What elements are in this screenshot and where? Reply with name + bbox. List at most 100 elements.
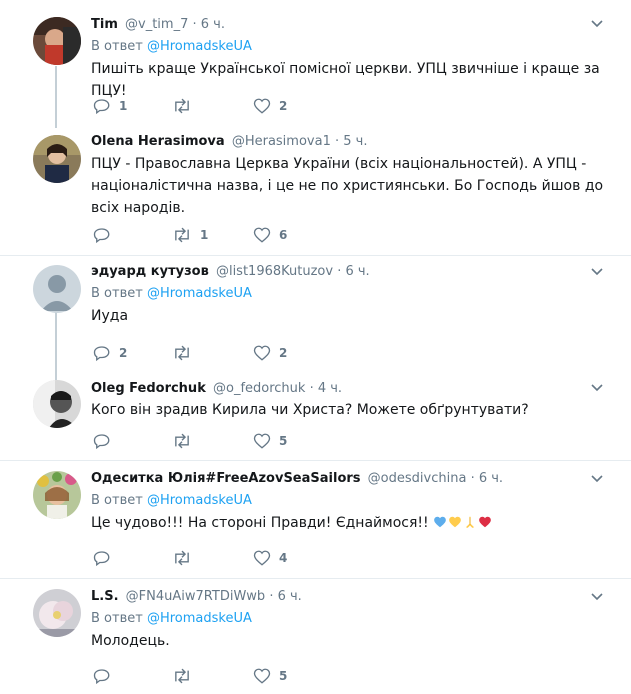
reply-button[interactable]: 1 bbox=[93, 96, 127, 116]
tweet-text: Це чудово!!! На стороні Правди! Єднаймос… bbox=[91, 512, 611, 534]
retweet-button[interactable] bbox=[172, 96, 200, 116]
like-button[interactable]: 5 bbox=[253, 431, 287, 451]
retweet-icon bbox=[175, 227, 189, 243]
reply-button[interactable]: 2 bbox=[93, 343, 127, 363]
avatar[interactable] bbox=[33, 17, 81, 65]
tweet[interactable]: эдуард кутузов @list1968Kutuzov · 6 ч. В… bbox=[0, 256, 631, 375]
retweet-button[interactable] bbox=[172, 343, 200, 363]
heart-icon bbox=[253, 98, 271, 114]
timestamp[interactable]: · 5 ч. bbox=[335, 134, 367, 149]
chevron-down-icon[interactable] bbox=[591, 381, 603, 396]
author-name[interactable]: Olena Herasimova bbox=[91, 134, 225, 149]
timestamp[interactable]: · 6 ч. bbox=[337, 264, 369, 279]
tweet-text: ПЦУ - Православна Церква України (всіх н… bbox=[91, 156, 604, 216]
chevron-down-icon[interactable] bbox=[591, 590, 603, 605]
like-count: 2 bbox=[279, 346, 288, 360]
reply-count: 2 bbox=[119, 346, 128, 360]
heart-icon bbox=[253, 668, 271, 684]
yellow-heart-icon bbox=[449, 516, 461, 528]
reply-context: В ответ @HromadskeUA bbox=[91, 286, 252, 301]
heart-icon bbox=[253, 550, 271, 566]
avatar[interactable] bbox=[33, 471, 81, 519]
reply-button[interactable] bbox=[93, 431, 119, 451]
like-button[interactable]: 2 bbox=[253, 343, 287, 363]
chevron-down-icon[interactable] bbox=[591, 17, 603, 32]
reply-to-link[interactable]: @HromadskeUA bbox=[147, 493, 252, 508]
avatar[interactable] bbox=[33, 265, 81, 313]
like-button[interactable]: 5 bbox=[253, 666, 287, 686]
like-button[interactable]: 6 bbox=[253, 225, 287, 245]
like-count: 5 bbox=[279, 434, 288, 448]
tweet-text-content: Це чудово!!! На стороні Правди! Єднаймос… bbox=[91, 515, 434, 531]
reply-button[interactable] bbox=[93, 548, 119, 568]
tweet[interactable]: Одеситка Юлія#FreeAzovSeaSailors @odesdi… bbox=[0, 461, 631, 578]
tweet-text: Молодець. bbox=[91, 633, 170, 649]
author-name[interactable]: Oleg Fedorchuk bbox=[91, 381, 206, 396]
reply-to-link[interactable]: @HromadskeUA bbox=[147, 286, 252, 301]
retweet-button[interactable] bbox=[172, 431, 200, 451]
retweet-icon bbox=[175, 668, 189, 684]
reply-to-link[interactable]: @HromadskeUA bbox=[147, 611, 252, 626]
heart-icon bbox=[253, 433, 271, 449]
like-button[interactable]: 2 bbox=[253, 96, 287, 116]
avatar[interactable] bbox=[33, 135, 81, 183]
retweet-button[interactable]: 1 bbox=[172, 225, 208, 245]
reply-context: В ответ @HromadskeUA bbox=[91, 39, 252, 54]
chevron-down-icon[interactable] bbox=[591, 265, 603, 280]
tweet-header: Olena Herasimova @Herasimova1 · 5 ч. bbox=[91, 133, 611, 151]
author-handle[interactable]: @o_fedorchuk bbox=[213, 381, 305, 396]
reply-to-link[interactable]: @HromadskeUA bbox=[147, 39, 252, 54]
avatar[interactable] bbox=[33, 380, 81, 428]
author-name[interactable]: Одеситка Юлія#FreeAzovSeaSailors bbox=[91, 471, 361, 486]
like-button[interactable]: 4 bbox=[253, 548, 287, 568]
author-name[interactable]: Tim bbox=[91, 17, 118, 32]
tweet-header: L.S. @FN4uAiw7RTDiWwb · 6 ч. bbox=[91, 588, 611, 606]
red-heart-icon bbox=[479, 516, 491, 528]
reply-count: 1 bbox=[119, 99, 128, 113]
retweet-button[interactable] bbox=[172, 548, 200, 568]
reply-icon bbox=[93, 434, 110, 450]
author-handle[interactable]: @list1968Kutuzov bbox=[216, 264, 333, 279]
like-count: 5 bbox=[279, 669, 288, 683]
author-name[interactable]: эдуард кутузов bbox=[91, 264, 209, 279]
reply-button[interactable] bbox=[93, 225, 119, 245]
reply-icon bbox=[93, 346, 110, 362]
retweet-icon bbox=[175, 345, 189, 361]
tweet-text: Иуда bbox=[91, 308, 129, 324]
like-count: 4 bbox=[279, 551, 288, 565]
tweet-header: Tim @v_tim_7 · 6 ч. bbox=[91, 16, 611, 34]
reply-context: В ответ @HromadskeUA bbox=[91, 493, 252, 508]
timestamp[interactable]: · 6 ч. bbox=[269, 589, 301, 604]
reply-icon bbox=[93, 99, 110, 115]
tweet-text: Кого він зрадив Кирила чи Христа? Можете… bbox=[91, 402, 529, 418]
retweet-icon bbox=[175, 433, 189, 449]
like-count: 6 bbox=[279, 228, 288, 242]
tweet[interactable]: Tim @v_tim_7 · 6 ч. В ответ @HromadskeUA… bbox=[0, 0, 631, 128]
reply-button[interactable] bbox=[93, 666, 119, 686]
tweet[interactable]: Oleg Fedorchuk @o_fedorchuk · 4 ч. Кого … bbox=[0, 375, 631, 460]
retweet-button[interactable] bbox=[172, 666, 200, 686]
tweet-header: Oleg Fedorchuk @o_fedorchuk · 4 ч. bbox=[91, 380, 611, 398]
timestamp[interactable]: · 4 ч. bbox=[310, 381, 342, 396]
timestamp[interactable]: · 6 ч. bbox=[193, 17, 225, 32]
heart-icon bbox=[253, 345, 271, 361]
author-handle[interactable]: @FN4uAiw7RTDiWwb bbox=[126, 589, 266, 604]
reply-context: В ответ @HromadskeUA bbox=[91, 611, 252, 626]
reply-icon bbox=[93, 669, 110, 685]
like-count: 2 bbox=[279, 99, 288, 113]
author-handle[interactable]: @odesdivchina bbox=[368, 471, 467, 486]
tweet-header: Одеситка Юлія#FreeAzovSeaSailors @odesdi… bbox=[91, 470, 611, 488]
timestamp[interactable]: · 6 ч. bbox=[471, 471, 503, 486]
chevron-down-icon[interactable] bbox=[591, 472, 603, 487]
avatar[interactable] bbox=[33, 589, 81, 637]
tweet[interactable]: Olena Herasimova @Herasimova1 · 5 ч. ПЦУ… bbox=[0, 128, 631, 256]
retweet-icon bbox=[175, 550, 189, 566]
retweet-icon bbox=[175, 98, 189, 114]
author-name[interactable]: L.S. bbox=[91, 589, 119, 604]
tweet[interactable]: L.S. @FN4uAiw7RTDiWwb · 6 ч. В ответ @Hr… bbox=[0, 579, 631, 694]
blue-heart-icon bbox=[434, 516, 446, 528]
author-handle[interactable]: @Herasimova1 bbox=[232, 134, 331, 149]
author-handle[interactable]: @v_tim_7 bbox=[125, 17, 188, 32]
tweet-header: эдуард кутузов @list1968Kutuzov · 6 ч. bbox=[91, 263, 611, 281]
retweet-count: 1 bbox=[200, 228, 209, 242]
